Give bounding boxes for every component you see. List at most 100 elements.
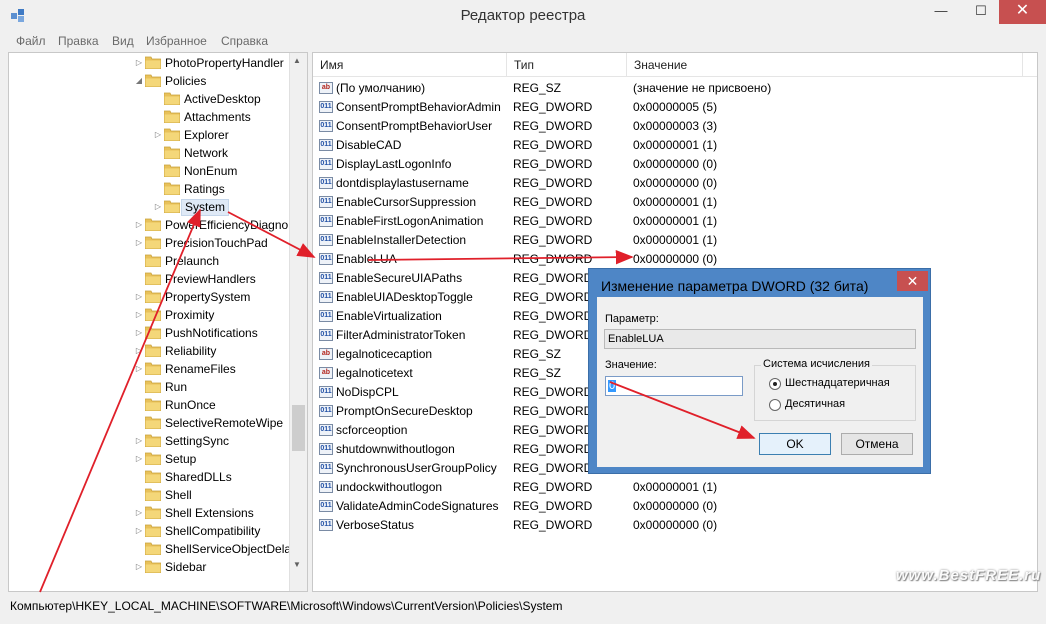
string-value-icon: ab — [319, 82, 333, 94]
expand-icon[interactable]: ▷ — [134, 504, 144, 522]
table-row[interactable]: 011 ConsentPromptBehaviorAdmin REG_DWORD 0x… — [313, 98, 1033, 117]
row-value: 0x00000001 (1) — [633, 195, 718, 209]
row-type: REG_DWORD — [513, 499, 593, 513]
table-row[interactable]: 011 ConsentPromptBehaviorUser REG_DWORD 0x0… — [313, 117, 1033, 136]
expand-icon[interactable]: ▷ — [134, 522, 144, 540]
row-value: 0x00000003 (3) — [633, 119, 718, 133]
row-type: REG_SZ — [513, 347, 562, 361]
dword-value-icon: 011 — [319, 139, 333, 151]
base-groupbox — [754, 365, 916, 421]
dword-value-icon: 011 — [319, 481, 333, 493]
expand-icon[interactable]: ▷ — [134, 306, 144, 324]
expand-icon[interactable]: ▷ — [134, 558, 144, 576]
column-name[interactable]: Имя — [313, 53, 507, 77]
dword-value-icon: 011 — [319, 120, 333, 132]
row-type: REG_DWORD — [513, 480, 593, 494]
dword-value-icon: 011 — [319, 196, 333, 208]
row-value: 0x00000001 (1) — [633, 138, 718, 152]
row-name: SynchronousUserGroupPolicy — [336, 461, 497, 475]
folder-icon — [164, 110, 180, 123]
close-button[interactable]: ✕ — [999, 0, 1046, 24]
menu-help[interactable]: Справка — [221, 34, 268, 48]
folder-icon — [145, 308, 161, 321]
tree-node-label: PushNotifications — [165, 326, 258, 340]
row-name: DisplayLastLogonInfo — [336, 157, 452, 171]
registry-tree[interactable]: ▷ PhotoPropertyHandler ◢ Policies ActiveDesk… — [8, 52, 308, 592]
dword-value-icon: 011 — [319, 177, 333, 189]
expand-icon[interactable]: ▷ — [134, 360, 144, 378]
table-row[interactable]: 011 EnableLUA REG_DWORD 0x00000000 (0) — [313, 250, 1033, 269]
cancel-button[interactable]: Отмена — [841, 433, 913, 455]
folder-icon — [145, 416, 161, 429]
expand-icon[interactable]: ▷ — [153, 198, 163, 216]
folder-icon — [164, 200, 180, 213]
expand-icon[interactable]: ▷ — [153, 126, 163, 144]
ok-button[interactable]: OK — [759, 433, 831, 455]
table-row[interactable]: 011 VerboseStatus REG_DWORD 0x00000000 (0) — [313, 516, 1033, 535]
row-type: REG_SZ — [513, 366, 562, 380]
row-type: REG_DWORD — [513, 442, 593, 456]
radio-dec-label: Десятичная — [785, 398, 846, 410]
scroll-up-icon[interactable]: ▲ — [293, 56, 301, 65]
tree-scrollbar[interactable] — [289, 53, 307, 591]
column-type[interactable]: Тип — [507, 53, 627, 77]
column-value[interactable]: Значение — [627, 53, 1023, 77]
menu-edit[interactable]: Правка — [58, 34, 99, 48]
menu-file[interactable]: Файл — [16, 34, 46, 48]
row-name: legalnoticecaption — [336, 347, 433, 361]
expand-icon[interactable]: ▷ — [134, 54, 144, 72]
minimize-button[interactable]: — — [921, 0, 961, 24]
tree-node-label: Shell — [165, 488, 192, 502]
maximize-button[interactable]: ☐ — [961, 0, 1001, 24]
folder-icon — [145, 524, 161, 537]
expand-icon[interactable]: ▷ — [134, 234, 144, 252]
scroll-down-icon[interactable]: ▼ — [293, 560, 301, 569]
expand-icon[interactable]: ▷ — [134, 342, 144, 360]
row-name: NoDispCPL — [336, 385, 399, 399]
table-row[interactable]: 011 EnableCursorSuppression REG_DWORD 0x000… — [313, 193, 1033, 212]
expand-icon[interactable]: ▷ — [134, 432, 144, 450]
dialog-close-button[interactable]: ✕ — [897, 271, 928, 291]
status-bar: Компьютер\HKEY_LOCAL_MACHINE\SOFTWARE\Mi… — [0, 596, 1046, 624]
expand-icon[interactable]: ▷ — [134, 450, 144, 468]
scroll-thumb[interactable] — [292, 405, 305, 451]
table-row[interactable]: 011 EnableFirstLogonAnimation REG_DWORD 0x0… — [313, 212, 1033, 231]
table-row[interactable]: ab (По умолчанию) REG_SZ (значение не присв… — [313, 79, 1033, 98]
radio-dec-dot[interactable] — [769, 399, 781, 411]
dword-value-icon: 011 — [319, 519, 333, 531]
table-row[interactable]: 011 EnableInstallerDetection REG_DWORD 0x00… — [313, 231, 1033, 250]
row-type: REG_DWORD — [513, 157, 593, 171]
folder-icon — [145, 236, 161, 249]
radio-hex-dot[interactable] — [769, 378, 781, 390]
string-value-icon: ab — [319, 367, 333, 379]
tree-node-label: ShellCompatibility — [165, 524, 261, 538]
table-row[interactable]: 011 DisableCAD REG_DWORD 0x00000001 (1) — [313, 136, 1033, 155]
row-type: REG_DWORD — [513, 100, 593, 114]
menu-favorites[interactable]: Избранное — [146, 34, 207, 48]
folder-icon — [164, 182, 180, 195]
table-row[interactable]: 011 DisplayLastLogonInfo REG_DWORD 0x000000… — [313, 155, 1033, 174]
folder-icon — [145, 218, 161, 231]
expand-icon[interactable]: ◢ — [134, 72, 144, 90]
value-input[interactable]: 0 — [605, 376, 743, 396]
tree-node-label: PrecisionTouchPad — [165, 236, 268, 250]
folder-icon — [164, 164, 180, 177]
folder-icon — [145, 362, 161, 375]
registry-editor-window: Редактор реестра — ☐ ✕ Файл Правка Вид И… — [0, 0, 1046, 624]
folder-icon — [145, 326, 161, 339]
row-name: FilterAdministratorToken — [336, 328, 466, 342]
tree-node-label: Run — [165, 380, 188, 394]
menu-view[interactable]: Вид — [112, 34, 134, 48]
expand-icon[interactable]: ▷ — [134, 288, 144, 306]
expand-icon[interactable]: ▷ — [134, 324, 144, 342]
table-row[interactable]: 011 ValidateAdminCodeSignatures REG_DWORD 0… — [313, 497, 1033, 516]
row-type: REG_DWORD — [513, 328, 593, 342]
table-row[interactable]: 011 dontdisplaylastusername REG_DWORD 0x000… — [313, 174, 1033, 193]
tree-node-label: RenameFiles — [165, 362, 236, 376]
row-value: 0x00000000 (0) — [633, 176, 718, 190]
window-title: Редактор реестра — [460, 7, 586, 24]
row-type: REG_DWORD — [513, 423, 593, 437]
row-value: 0x00000001 (1) — [633, 233, 718, 247]
expand-icon[interactable]: ▷ — [134, 216, 144, 234]
table-row[interactable]: 011 undockwithoutlogon REG_DWORD 0x00000001… — [313, 478, 1033, 497]
